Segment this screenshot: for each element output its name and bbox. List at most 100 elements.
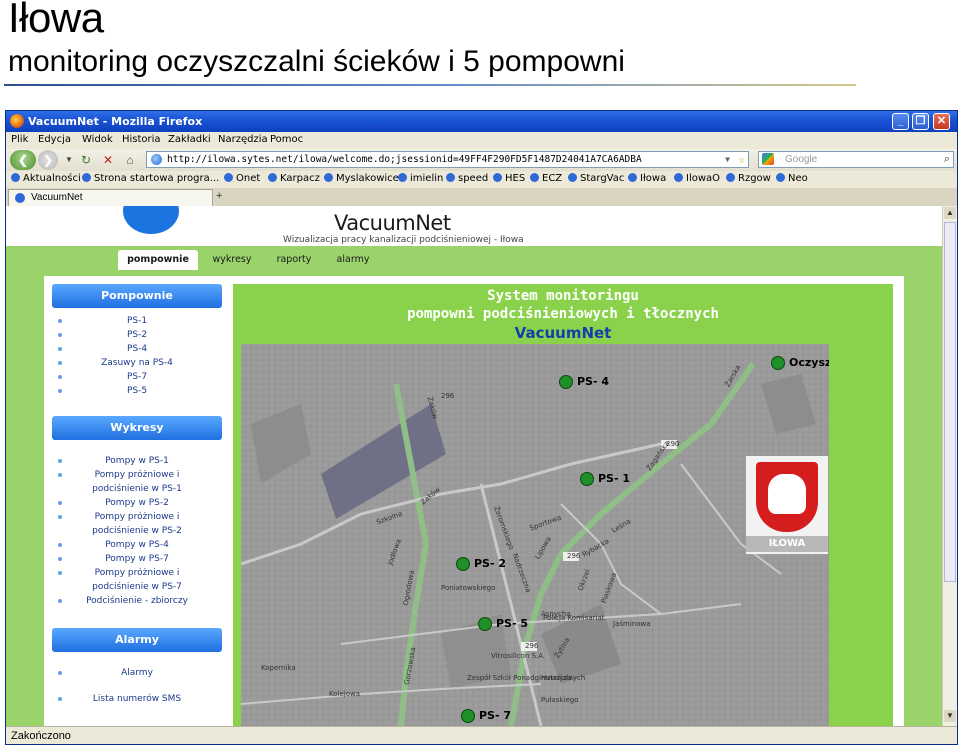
slide-subtitle: monitoring oczyszczalni ścieków i 5 pomp… [8, 45, 625, 78]
scrollbar-thumb[interactable] [944, 222, 956, 582]
history-dropdown-icon[interactable]: ▼ [64, 150, 74, 170]
bookmark-item[interactable]: StargVac [568, 173, 624, 184]
sidebar-item-chart[interactable]: Pompy w PS-2 [52, 496, 222, 510]
marker-label-ps-4[interactable]: PS- 4 [577, 375, 609, 388]
bookmark-item[interactable]: imielin [398, 173, 443, 184]
marker-ps-7[interactable] [461, 709, 475, 723]
sidebar-item-ps-5[interactable]: PS-5 [52, 384, 222, 398]
marker-ps-5[interactable] [478, 617, 492, 631]
street-label: Kopernika [261, 664, 296, 672]
main-panel: System monitoringu pompowni podciśnienio… [233, 284, 893, 726]
browser-window: VacuumNet - Mozilla Firefox _ ❐ ✕ Plik E… [5, 110, 958, 745]
marker-label-ps-1[interactable]: PS- 1 [598, 472, 630, 485]
sidebar-item-ps-7[interactable]: PS-7 [52, 370, 222, 384]
sidebar-item-chart[interactable]: Pompy próżniowe i [52, 510, 222, 524]
marker-label-ps-2[interactable]: PS- 2 [474, 557, 506, 570]
sidebar-item-zasuwy-ps-4[interactable]: Zasuwy na PS-4 [52, 356, 222, 370]
site-logo [123, 206, 179, 234]
menu-narzedzia[interactable]: Narzędzia [218, 134, 268, 145]
marker-label-ps-5[interactable]: PS- 5 [496, 617, 528, 630]
sidebar-item-chart[interactable]: podciśnienie w PS-7 [52, 580, 222, 594]
stop-icon[interactable]: ✕ [98, 150, 118, 170]
sidebar-item-chart[interactable]: Pompy w PS-7 [52, 552, 222, 566]
marker-ps-2[interactable] [456, 557, 470, 571]
tab-strip: VacuumNet + [6, 188, 957, 206]
menu-pomoc[interactable]: Pomoc [270, 134, 303, 145]
bookmark-item[interactable]: Aktualności [11, 173, 81, 184]
map[interactable]: 290 296 296 296 Żarska Żagańska Żaków Za… [241, 344, 829, 726]
bookmark-item[interactable]: Onet [224, 173, 260, 184]
google-engine-icon[interactable] [762, 153, 774, 165]
map-base [241, 344, 829, 726]
slide-divider [4, 84, 856, 86]
bookmark-item[interactable]: HES [493, 173, 525, 184]
slide-title: Iłowa [8, 0, 104, 41]
sidebar-item-chart[interactable]: Pompy próżniowe i [52, 468, 222, 482]
scroll-down-icon[interactable]: ▼ [944, 710, 956, 722]
close-icon[interactable]: ✕ [933, 113, 950, 130]
sidebar-item-ps-1[interactable]: PS-1 [52, 314, 222, 328]
menu-edycja[interactable]: Edycja [38, 134, 71, 145]
navigation-toolbar: ❮ ❯ ▼ ↻ ✕ ⌂ http://ilowa.sytes.net/ilowa… [6, 149, 957, 171]
marker-ps-4[interactable] [559, 375, 573, 389]
coat-of-arms: IŁOWA [746, 456, 828, 554]
bookmark-item[interactable]: Strona startowa progra... [82, 173, 219, 184]
url-dropdown-icon[interactable]: ▼ [725, 152, 730, 167]
sidebar-item-chart[interactable]: Podciśnienie - zbiorczy [52, 594, 222, 608]
sidebar-item-chart[interactable]: Pompy w PS-1 [52, 454, 222, 468]
bookmark-star-icon[interactable]: ☆ [738, 152, 745, 167]
dog-emblem-icon [768, 474, 806, 514]
road-number: 296 [525, 642, 539, 650]
bookmark-item[interactable]: Iłowa [628, 173, 666, 184]
window-titlebar[interactable]: VacuumNet - Mozilla Firefox _ ❐ ✕ [6, 111, 957, 132]
tab-vacuumnet[interactable]: VacuumNet [8, 189, 213, 206]
road-number: 296 [441, 392, 455, 400]
url-input[interactable]: http://ilowa.sytes.net/ilowa/welcome.do;… [146, 151, 749, 168]
marker-oczyszczalnia[interactable] [771, 356, 785, 370]
search-input[interactable]: Google ⌕ [758, 151, 954, 168]
coat-label: IŁOWA [746, 536, 828, 552]
new-tab-icon[interactable]: + [216, 190, 222, 202]
tab-wykresy[interactable]: wykresy [202, 250, 262, 270]
sidebar-item-sms-list[interactable]: Lista numerów SMS [52, 692, 222, 706]
sidebar-heading-alarmy: Alarmy [52, 628, 222, 652]
home-icon[interactable]: ⌂ [120, 150, 140, 170]
bookmark-item[interactable]: Myslakowice [324, 173, 399, 184]
marker-label-ps-7[interactable]: PS- 7 [479, 709, 511, 722]
marker-ps-1[interactable] [580, 472, 594, 486]
tab-pompownie[interactable]: pompownie [118, 250, 198, 270]
tab-raporty[interactable]: raporty [266, 250, 322, 270]
sidebar-item-ps-4[interactable]: PS-4 [52, 342, 222, 356]
window-title: VacuumNet - Mozilla Firefox [28, 115, 203, 128]
sidebar-list-wykresy: Pompy w PS-1 Pompy próżniowe i podciśnie… [52, 454, 222, 608]
status-bar: Zakończono [6, 726, 957, 744]
reload-icon[interactable]: ↻ [76, 150, 96, 170]
minimize-icon[interactable]: _ [892, 113, 909, 130]
bookmark-item[interactable]: ECZ [530, 173, 562, 184]
bookmark-item[interactable]: speed [446, 173, 488, 184]
sidebar-heading-pompownie: Pompownie [52, 284, 222, 308]
menu-historia[interactable]: Historia [122, 134, 161, 145]
bookmark-item[interactable]: Neo [776, 173, 808, 184]
restore-icon[interactable]: ❐ [912, 113, 929, 130]
vertical-scrollbar[interactable]: ▲ ▼ [942, 206, 957, 726]
forward-button[interactable]: ❯ [38, 150, 58, 170]
search-icon[interactable]: ⌕ [944, 152, 950, 167]
menu-plik[interactable]: Plik [11, 134, 28, 145]
bookmark-item[interactable]: IlowaO [674, 173, 720, 184]
sidebar-item-chart[interactable]: Pompy w PS-4 [52, 538, 222, 552]
menu-zakladki[interactable]: Zakładki [168, 134, 211, 145]
menu-widok[interactable]: Widok [82, 134, 113, 145]
back-button[interactable]: ❮ [10, 150, 36, 170]
sidebar-item-chart[interactable]: Pompy próżniowe i [52, 566, 222, 580]
marker-label-oczyszczalnia[interactable]: Oczyszczalnia [789, 356, 829, 369]
sidebar-item-chart[interactable]: podciśnienie w PS-1 [52, 482, 222, 496]
tab-alarmy[interactable]: alarmy [328, 250, 378, 270]
bookmark-item[interactable]: Rzgow [726, 173, 771, 184]
site-title: VacuumNet [334, 211, 451, 235]
sidebar-item-alarmy[interactable]: Alarmy [52, 666, 222, 692]
scroll-up-icon[interactable]: ▲ [944, 207, 956, 219]
sidebar-item-chart[interactable]: podciśnienie w PS-2 [52, 524, 222, 538]
bookmark-item[interactable]: Karpacz [268, 173, 320, 184]
sidebar-item-ps-2[interactable]: PS-2 [52, 328, 222, 342]
